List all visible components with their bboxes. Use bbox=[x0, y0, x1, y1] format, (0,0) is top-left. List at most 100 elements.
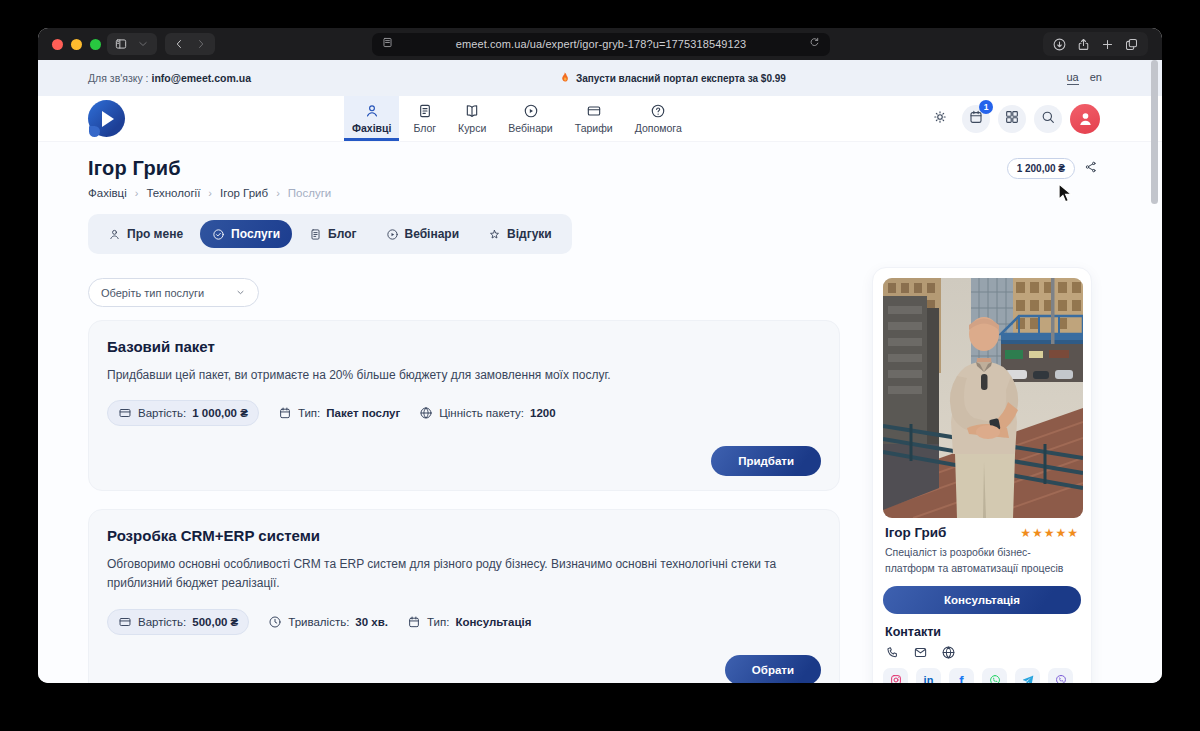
badge-label: Цінність пакету: bbox=[439, 407, 524, 419]
service-title: Базовий пакет bbox=[107, 338, 821, 355]
breadcrumb-item[interactable]: Фахівці bbox=[88, 187, 127, 199]
contact-info: Для зв'язку : info@emeet.com.ua bbox=[88, 72, 251, 84]
badge-value: 30 хв. bbox=[355, 616, 388, 628]
social-viber-link[interactable] bbox=[1048, 668, 1073, 683]
doc-icon bbox=[309, 228, 322, 241]
service-button-row: Обрати bbox=[107, 655, 821, 683]
nav-item-label: Тарифи bbox=[575, 122, 613, 134]
tab-label: Відгуки bbox=[507, 227, 552, 241]
contacts-title: Контакти bbox=[883, 625, 1081, 639]
breadcrumb-separator: › bbox=[276, 187, 280, 199]
social-whatsapp-link[interactable] bbox=[982, 668, 1007, 683]
nav-item-label: Допомога bbox=[635, 122, 682, 134]
minimize-button[interactable] bbox=[71, 39, 82, 50]
consultation-button[interactable]: Консультація bbox=[883, 586, 1081, 614]
breadcrumb-separator: › bbox=[135, 187, 139, 199]
tab-services[interactable]: Послуги bbox=[200, 220, 292, 248]
service-button-row: Придбати bbox=[107, 446, 821, 476]
nav-item-label: Фахівці bbox=[352, 122, 391, 134]
social-telegram-link[interactable] bbox=[1015, 668, 1040, 683]
service-badges: Вартість: 500,00 ₴Тривалість: 30 хв.Тип:… bbox=[107, 609, 821, 635]
site-logo[interactable] bbox=[88, 100, 125, 137]
contact-icons bbox=[883, 645, 1081, 660]
search-button[interactable] bbox=[1034, 105, 1062, 133]
back-icon[interactable] bbox=[172, 37, 186, 51]
nav-item-experts[interactable]: Фахівці bbox=[344, 96, 399, 141]
nav-item-label: Курси bbox=[458, 122, 486, 134]
tab-label: Послуги bbox=[231, 227, 280, 241]
globe-icon bbox=[419, 406, 433, 420]
apps-button[interactable] bbox=[998, 105, 1026, 133]
breadcrumb-item[interactable]: Технології bbox=[146, 187, 200, 199]
choose-button[interactable]: Обрати bbox=[725, 655, 821, 683]
tab-reviews[interactable]: Відгуки bbox=[476, 220, 564, 248]
contact-globe-button[interactable] bbox=[941, 645, 956, 660]
service-badge: Тривалість: 30 хв. bbox=[268, 615, 388, 629]
share-profile-button[interactable] bbox=[1084, 160, 1098, 178]
nav-item-webinars[interactable]: Вебінари bbox=[500, 96, 560, 141]
lang-ua[interactable]: ua bbox=[1067, 71, 1079, 85]
cardnav-icon bbox=[586, 103, 602, 119]
calendar-icon bbox=[278, 406, 292, 420]
downloads-icon[interactable] bbox=[1052, 37, 1067, 52]
rating-stars: ★★★★★ bbox=[1020, 526, 1079, 540]
chevron-down-icon bbox=[235, 287, 246, 298]
share-icon[interactable] bbox=[1076, 37, 1091, 52]
chevron-down-icon[interactable] bbox=[136, 37, 150, 51]
nav-item-courses[interactable]: Курси bbox=[450, 96, 494, 141]
service-badge: Тип: Консультація bbox=[407, 615, 531, 629]
tab-about[interactable]: Про мене bbox=[96, 220, 195, 248]
tab-overview-icon[interactable] bbox=[1124, 37, 1139, 52]
service-badge: Тип: Пакет послуг bbox=[278, 406, 400, 420]
title-actions: 1 200,00 ₴ bbox=[1007, 158, 1098, 179]
address-bar[interactable]: emeet.com.ua/ua/expert/igor-gryb-178?u=1… bbox=[372, 33, 830, 56]
social-instagram-link[interactable] bbox=[883, 668, 908, 683]
announcement-bar: Для зв'язку : info@emeet.com.ua Запусти … bbox=[38, 60, 1162, 96]
nav-item-help[interactable]: Допомога bbox=[627, 96, 690, 141]
profile-tabs: Про мене Послуги БлогВебінари Відгуки bbox=[88, 214, 572, 254]
badge-value: 1 000,00 ₴ bbox=[192, 407, 248, 419]
forward-icon[interactable] bbox=[194, 37, 208, 51]
title-row: Ігор Гриб 1 200,00 ₴ bbox=[88, 142, 1098, 180]
new-tab-icon[interactable] bbox=[1100, 37, 1115, 52]
contact-email[interactable]: info@emeet.com.ua bbox=[151, 72, 251, 84]
main-nav: Фахівці Блог Курси Вебінари Тарифи Допомога bbox=[344, 96, 690, 141]
tab-blog[interactable]: Блог bbox=[297, 220, 368, 248]
social-linkedin-link[interactable]: in bbox=[916, 668, 941, 683]
doc-icon bbox=[417, 103, 433, 119]
tab-webinars[interactable]: Вебінари bbox=[374, 220, 472, 248]
close-button[interactable] bbox=[52, 39, 63, 50]
profile-avatar[interactable] bbox=[1070, 104, 1100, 134]
sidebar-toggle-icon[interactable] bbox=[114, 37, 128, 51]
zoom-button[interactable] bbox=[90, 39, 101, 50]
mouse-cursor bbox=[1058, 183, 1073, 204]
page-settings-icon[interactable] bbox=[381, 35, 394, 53]
theme-toggle-button[interactable] bbox=[926, 105, 954, 133]
service-type-select[interactable]: Оберіть тип послуги bbox=[88, 278, 259, 307]
contact-mail-button[interactable] bbox=[913, 645, 928, 660]
reload-icon[interactable] bbox=[808, 35, 821, 53]
service-title: Розробка CRM+ERP системи bbox=[107, 527, 821, 544]
service-card: Базовий пакетПридбавши цей пакет, ви отр… bbox=[88, 320, 840, 491]
header-actions: 1 bbox=[926, 104, 1100, 134]
breadcrumb-item[interactable]: Ігор Гриб bbox=[220, 187, 268, 199]
clock-icon bbox=[268, 615, 282, 629]
breadcrumb-item[interactable]: Послуги bbox=[288, 187, 332, 199]
browser-window: emeet.com.ua/ua/expert/igor-gryb-178?u=1… bbox=[38, 28, 1162, 683]
social-facebook-link[interactable]: f bbox=[949, 668, 974, 683]
checkCircle-icon bbox=[212, 228, 225, 241]
calendar-button[interactable]: 1 bbox=[962, 105, 990, 133]
breadcrumb: Фахівці›Технології›Ігор Гриб›Послуги bbox=[88, 187, 1098, 199]
tab-label: Про мене bbox=[127, 227, 183, 241]
scrollbar-thumb[interactable] bbox=[1151, 60, 1158, 204]
nav-item-blog[interactable]: Блог bbox=[405, 96, 444, 141]
lang-en[interactable]: en bbox=[1090, 71, 1102, 85]
badge-value: Консультація bbox=[455, 616, 531, 628]
buy-button[interactable]: Придбати bbox=[711, 446, 821, 476]
expert-photo-image bbox=[883, 278, 1083, 518]
contact-phone-button[interactable] bbox=[885, 645, 900, 660]
nav-item-tariffs[interactable]: Тарифи bbox=[567, 96, 621, 141]
phone-icon bbox=[885, 645, 900, 660]
social-links: inf bbox=[883, 668, 1081, 683]
promo-banner[interactable]: Запусти власний портал експерта за $0.99 bbox=[558, 71, 786, 86]
